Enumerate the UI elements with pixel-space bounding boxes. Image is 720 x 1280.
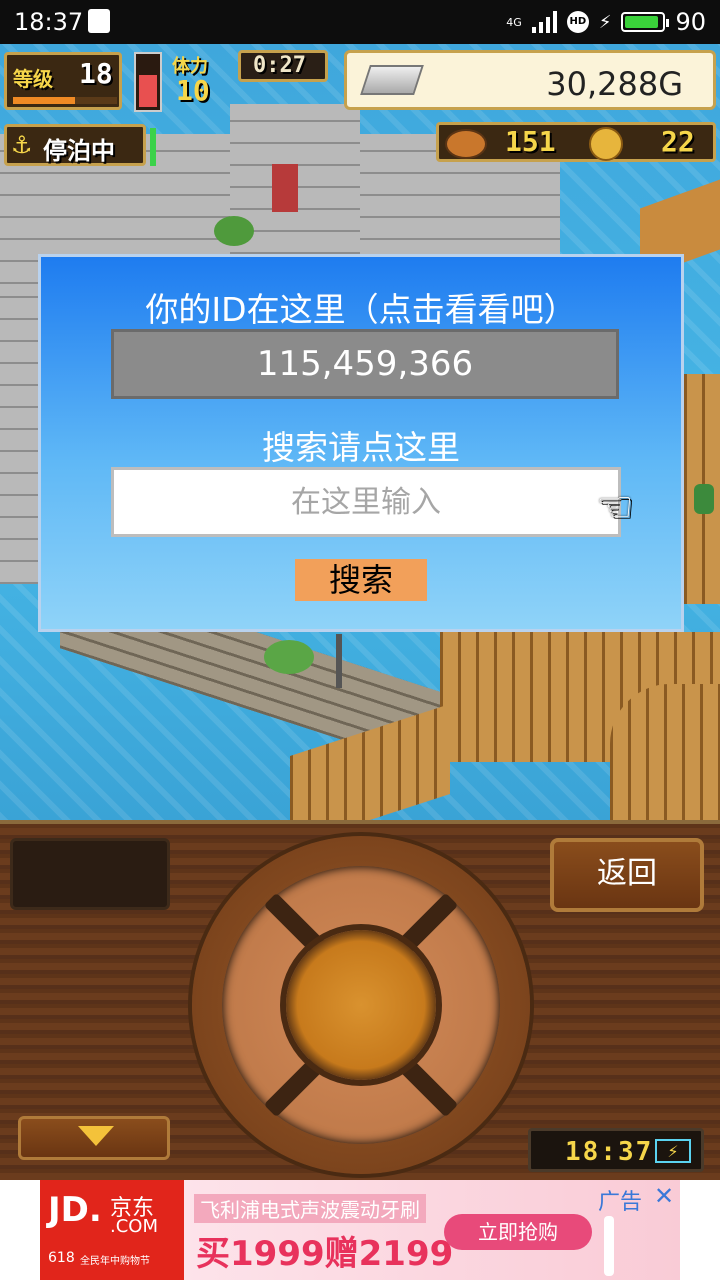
gold-amount: 30,288G bbox=[546, 65, 683, 103]
hd-icon: HD bbox=[566, 11, 589, 33]
pointing-hand-icon: ☜ bbox=[596, 482, 634, 531]
anchor-icon: ⚓ bbox=[11, 131, 33, 159]
jd-618: 618 bbox=[48, 1250, 75, 1266]
ad-headline: 飞利浦电式声波震动牙刷 bbox=[194, 1194, 426, 1223]
close-icon[interactable]: ✕ bbox=[654, 1182, 674, 1210]
empty-slot bbox=[10, 838, 170, 910]
stamina-fill bbox=[139, 75, 157, 107]
mail-icon bbox=[88, 9, 110, 33]
npc-character[interactable] bbox=[694, 484, 714, 514]
status-time: 18:37 bbox=[14, 8, 84, 36]
battery-icon bbox=[621, 12, 670, 32]
timer-panel: 0:27 bbox=[238, 50, 328, 82]
clock-time: 18:37 bbox=[565, 1137, 654, 1167]
food-value: 151 bbox=[505, 125, 556, 158]
dock-status-panel: ⚓ 停泊中 bbox=[4, 124, 146, 166]
down-arrow-icon bbox=[78, 1126, 114, 1146]
network-type: 4G bbox=[506, 15, 522, 29]
bush bbox=[214, 216, 254, 246]
jd-subtitle: 全民年中购物节 bbox=[80, 1256, 150, 1267]
search-input[interactable] bbox=[111, 467, 621, 537]
back-button[interactable]: 返回 bbox=[550, 838, 704, 912]
coin-icon bbox=[589, 127, 623, 161]
player-search-dialog: 你的ID在这里（点击看看吧） 115,459,366 搜索请点这里 搜索 bbox=[38, 254, 684, 632]
game-clock: 18:37 ⚡ bbox=[528, 1128, 704, 1172]
castle-banner bbox=[272, 164, 298, 212]
jd-logo: JD. 京东 .COM 618 全民年中购物节 bbox=[40, 1180, 184, 1280]
ad-cta-button[interactable]: 立即抢购 bbox=[444, 1214, 592, 1250]
coin-value: 22 bbox=[661, 125, 695, 158]
search-title: 搜索请点这里 bbox=[262, 428, 460, 467]
stat-value: 10 bbox=[176, 74, 210, 107]
level-value: 18 bbox=[79, 57, 113, 90]
timer-value: 0:27 bbox=[253, 53, 306, 78]
left-wall bbox=[0, 284, 40, 584]
search-button[interactable]: 搜索 bbox=[295, 559, 427, 601]
ad-offer: 买1999赠2199 bbox=[196, 1234, 454, 1274]
battery-charge-icon: ⚡ bbox=[655, 1139, 691, 1163]
exp-bar bbox=[13, 97, 117, 104]
status-indicator bbox=[150, 128, 156, 166]
charging-icon: ⚡ bbox=[598, 11, 612, 33]
id-title: 你的ID在这里（点击看看吧） bbox=[145, 290, 577, 329]
food-icon bbox=[445, 129, 487, 159]
level-label: 等级 bbox=[13, 67, 53, 91]
ship-hull bbox=[610, 684, 720, 820]
silver-ingot-icon bbox=[360, 65, 424, 95]
dock-status-label: 停泊中 bbox=[43, 137, 115, 165]
toothbrush-image bbox=[604, 1216, 614, 1276]
ad-label: 广告 bbox=[598, 1190, 643, 1215]
stamina-gauge bbox=[134, 52, 162, 112]
resource-panel: 151 22 bbox=[436, 122, 716, 162]
signal-icon bbox=[531, 11, 557, 33]
status-bar: 18:37 4G HD ⚡ 90 bbox=[0, 0, 720, 44]
ad-banner[interactable]: JD. 京东 .COM 618 全民年中购物节 飞利浦电式声波震动牙刷 买199… bbox=[0, 1180, 720, 1280]
gold-panel: 30,288G bbox=[344, 50, 716, 110]
battery-level: 90 bbox=[675, 8, 706, 36]
level-panel: 等级 18 bbox=[4, 52, 122, 110]
jd-brand-com: .COM bbox=[110, 1216, 158, 1237]
jd-brand: JD. bbox=[48, 1190, 102, 1230]
player-id-display[interactable]: 115,459,366 bbox=[111, 329, 619, 399]
plant-pot bbox=[264, 640, 314, 674]
dpad-center-button[interactable] bbox=[286, 930, 436, 1080]
lamp-post bbox=[336, 634, 342, 688]
